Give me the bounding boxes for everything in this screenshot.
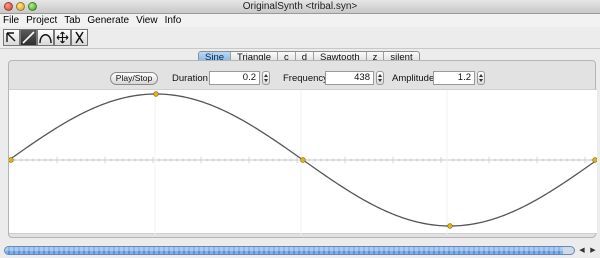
- pointer-arrow-icon: [6, 32, 16, 42]
- decrement-arrow-icon: [264, 79, 268, 82]
- scroll-left-arrow-icon[interactable]: ◀: [577, 246, 587, 255]
- amplitude-field[interactable]: 1.2: [433, 71, 475, 85]
- amplitude-label: Amplitude: [392, 73, 435, 84]
- menu-view[interactable]: View: [136, 15, 158, 26]
- increment-arrow-icon: [479, 74, 483, 77]
- move-tool-button[interactable]: [54, 29, 71, 46]
- duration-field[interactable]: 0.2: [209, 71, 260, 85]
- scissor-x-icon: [75, 31, 84, 44]
- menu-project[interactable]: Project: [26, 15, 57, 26]
- line-tool-button[interactable]: [20, 29, 37, 46]
- waveform-plot[interactable]: [9, 90, 597, 235]
- title-bar: OriginalSynth <tribal.syn>: [0, 0, 600, 14]
- control-point[interactable]: [300, 157, 306, 163]
- menu-file[interactable]: File: [3, 15, 19, 26]
- control-point[interactable]: [9, 157, 14, 163]
- menu-info[interactable]: Info: [165, 15, 182, 26]
- duration-stepper[interactable]: [262, 71, 270, 85]
- pointer-tool-button[interactable]: [3, 29, 20, 46]
- frequency-stepper[interactable]: [376, 71, 384, 85]
- increment-arrow-icon: [378, 74, 382, 77]
- scroll-right-arrow-icon[interactable]: ▶: [588, 246, 598, 255]
- menu-generate[interactable]: Generate: [87, 15, 129, 26]
- menu-bar: File Project Tab Generate View Info: [0, 14, 600, 27]
- arc-curve-icon: [39, 34, 52, 44]
- amplitude-stepper[interactable]: [477, 71, 485, 85]
- curve-tool-button[interactable]: [37, 29, 54, 46]
- frequency-field[interactable]: 438: [325, 71, 374, 85]
- diagonal-line-icon: [22, 31, 35, 44]
- control-point[interactable]: [447, 223, 453, 229]
- increment-arrow-icon: [264, 74, 268, 77]
- decrement-arrow-icon: [378, 79, 382, 82]
- app-window: OriginalSynth <tribal.syn> File Project …: [0, 0, 600, 258]
- decrement-arrow-icon: [479, 79, 483, 82]
- toolbar: [0, 27, 600, 49]
- four-way-arrows-icon: [56, 31, 69, 44]
- frequency-label: Frequency: [283, 73, 328, 84]
- control-point[interactable]: [592, 157, 597, 163]
- waveform-canvas[interactable]: [9, 89, 597, 235]
- control-point[interactable]: [153, 91, 159, 97]
- playback-progress-bar[interactable]: [4, 246, 575, 255]
- duration-label: Duration: [172, 73, 208, 84]
- delete-tool-button[interactable]: [71, 29, 88, 46]
- progress-fill: [5, 247, 563, 254]
- menu-tab[interactable]: Tab: [64, 15, 80, 26]
- play-stop-button[interactable]: Play/Stop: [110, 72, 158, 85]
- controls-row: Play/Stop Duration 0.2 Frequency 438 Amp…: [0, 69, 600, 87]
- window-title: OriginalSynth <tribal.syn>: [242, 1, 358, 12]
